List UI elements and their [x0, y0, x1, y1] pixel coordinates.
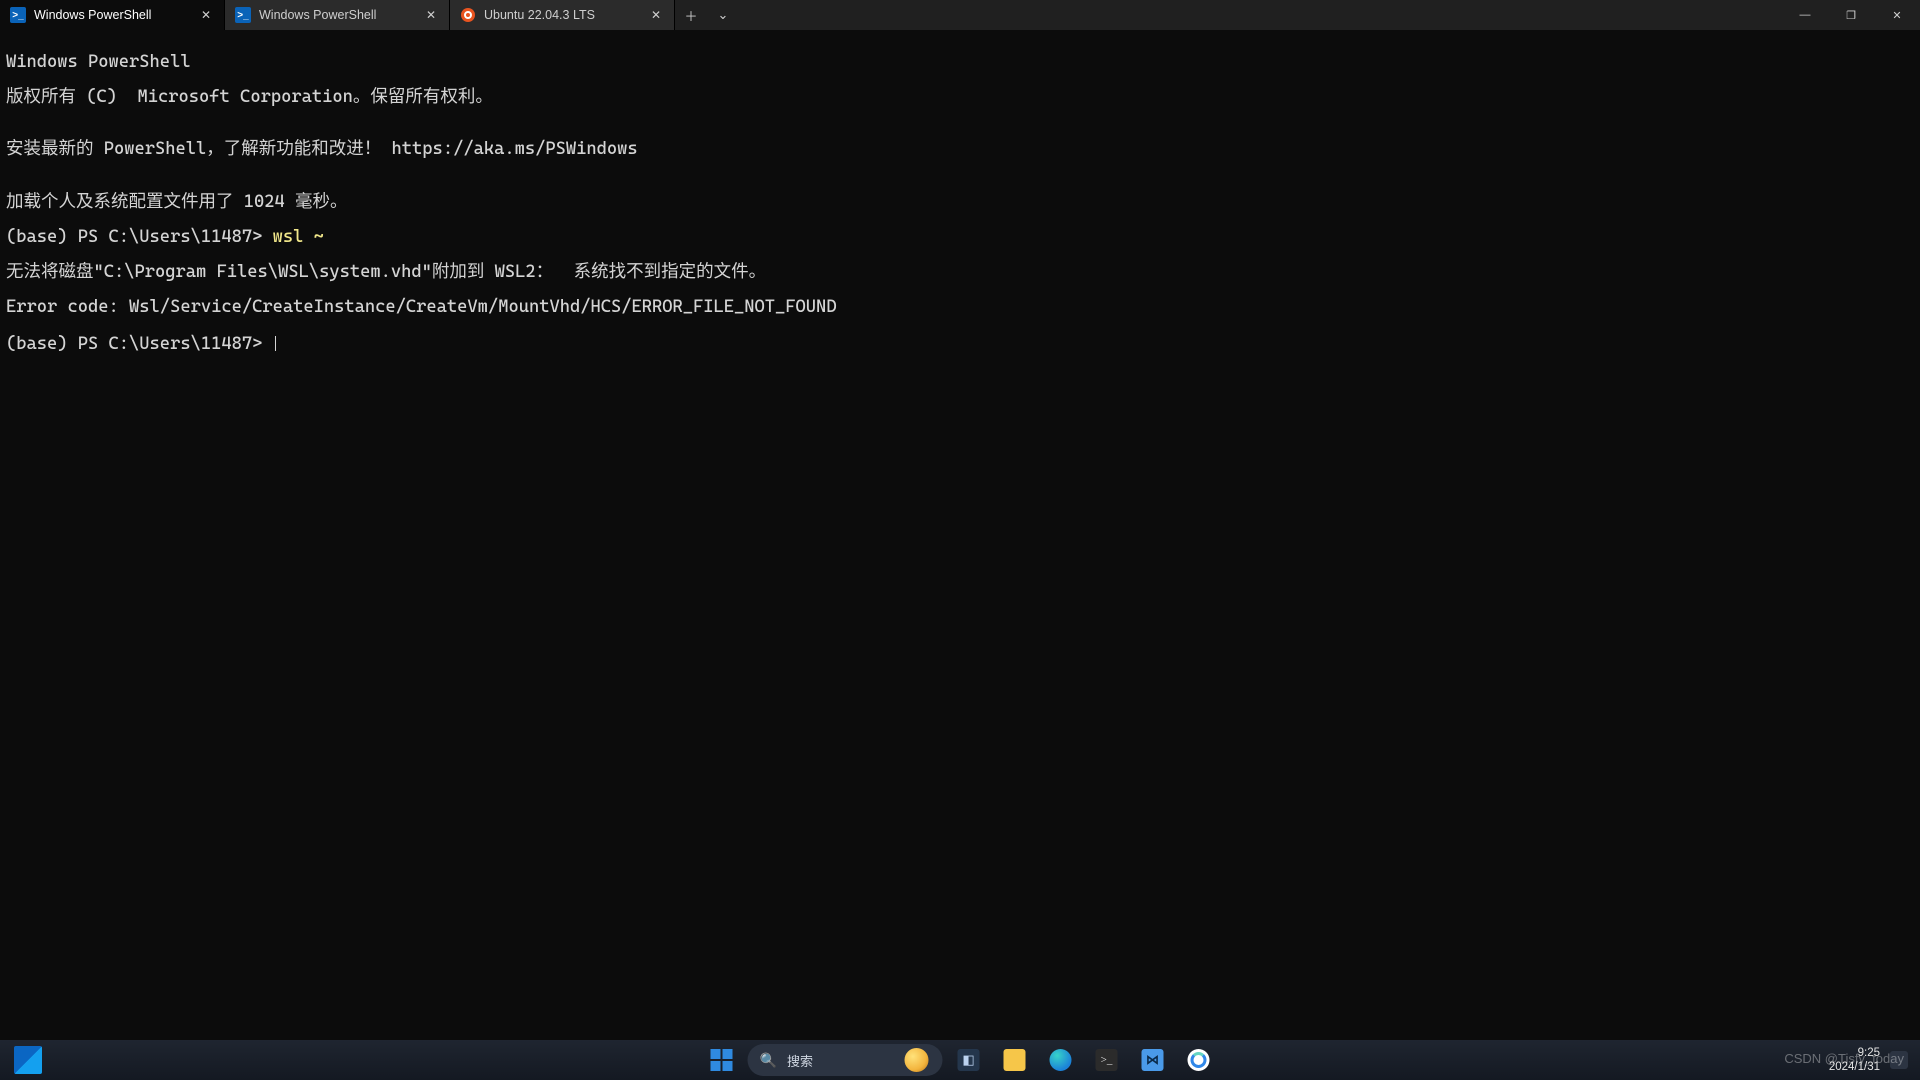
start-button[interactable]	[702, 1042, 742, 1078]
taskbar-clock[interactable]: 9:25 2024/1/31	[1829, 1046, 1880, 1074]
minimize-button[interactable]: —	[1782, 0, 1828, 30]
terminal-line: 无法将磁盘"C:\Program Files\WSL\system.vhd"附加…	[6, 264, 1914, 282]
windows-logo-icon	[711, 1049, 733, 1071]
terminal-line: 加载个人及系统配置文件用了 1024 毫秒。	[6, 194, 1914, 212]
tab-close-button[interactable]: ✕	[648, 7, 664, 23]
titlebar-drag-region[interactable]	[739, 0, 1782, 30]
widgets-button[interactable]	[14, 1046, 42, 1074]
tab-powershell-1[interactable]: >_ Windows PowerShell ✕	[0, 0, 225, 30]
tab-close-button[interactable]: ✕	[198, 7, 214, 23]
edge-icon	[1050, 1049, 1072, 1071]
taskbar-right: 9:25 2024/1/31	[1819, 1046, 1920, 1074]
tab-powershell-2[interactable]: >_ Windows PowerShell ✕	[225, 0, 450, 30]
terminal-icon: >_	[1096, 1049, 1118, 1071]
folder-icon	[1004, 1049, 1026, 1071]
taskbar: 🔍 搜索 ◧ >_ ⋈ 9:25 2024/1/31	[0, 1040, 1920, 1080]
terminal-line: Windows PowerShell	[6, 54, 1914, 72]
search-highlight-icon	[905, 1048, 929, 1072]
tab-dropdown-button[interactable]: ⌄	[707, 0, 739, 30]
notification-icon	[1890, 1051, 1908, 1069]
search-icon: 🔍	[760, 1052, 777, 1069]
app-button-1[interactable]: ⋈	[1133, 1042, 1173, 1078]
taskbar-search[interactable]: 🔍 搜索	[748, 1044, 943, 1076]
taskbar-center: 🔍 搜索 ◧ >_ ⋈	[702, 1042, 1219, 1078]
terminal-pane[interactable]: Windows PowerShell 版权所有 (C) Microsoft Co…	[0, 30, 1920, 1040]
edge-button[interactable]	[1041, 1042, 1081, 1078]
tab-label: Windows PowerShell	[259, 8, 415, 22]
clock-date: 2024/1/31	[1829, 1060, 1880, 1074]
terminal-line: Error code: Wsl/Service/CreateInstance/C…	[6, 299, 1914, 317]
tab-close-button[interactable]: ✕	[423, 7, 439, 23]
tab-label: Ubuntu 22.04.3 LTS	[484, 8, 640, 22]
app-button-2[interactable]	[1179, 1042, 1219, 1078]
cursor	[275, 336, 276, 351]
app-icon	[1188, 1049, 1210, 1071]
task-view-button[interactable]: ◧	[949, 1042, 989, 1078]
close-button[interactable]: ✕	[1874, 0, 1920, 30]
notifications-button[interactable]	[1890, 1051, 1908, 1069]
powershell-icon: >_	[235, 7, 251, 23]
terminal-line: (base) PS C:\Users\11487> wsl ~	[6, 229, 1914, 247]
file-explorer-button[interactable]	[995, 1042, 1035, 1078]
maximize-button[interactable]: ❐	[1828, 0, 1874, 30]
prompt: (base) PS C:\Users\11487>	[6, 227, 273, 247]
taskview-icon: ◧	[958, 1049, 980, 1071]
ubuntu-icon	[460, 7, 476, 23]
terminal-line: 安装最新的 PowerShell，了解新功能和改进！ https://aka.m…	[6, 141, 1914, 159]
clock-time: 9:25	[1829, 1046, 1880, 1060]
command: wsl ~	[273, 227, 324, 247]
tab-ubuntu[interactable]: Ubuntu 22.04.3 LTS ✕	[450, 0, 675, 30]
window-controls: — ❐ ✕	[1782, 0, 1920, 30]
prompt: (base) PS C:\Users\11487>	[6, 334, 273, 354]
powershell-icon: >_	[10, 7, 26, 23]
search-placeholder: 搜索	[787, 1051, 813, 1070]
terminal-app-button[interactable]: >_	[1087, 1042, 1127, 1078]
tab-label: Windows PowerShell	[34, 8, 190, 22]
terminal-line: (base) PS C:\Users\11487>	[6, 334, 1914, 354]
app-icon: ⋈	[1142, 1049, 1164, 1071]
new-tab-button[interactable]: ＋	[675, 0, 707, 30]
titlebar: >_ Windows PowerShell ✕ >_ Windows Power…	[0, 0, 1920, 30]
terminal-line: 版权所有 (C) Microsoft Corporation。保留所有权利。	[6, 89, 1914, 107]
